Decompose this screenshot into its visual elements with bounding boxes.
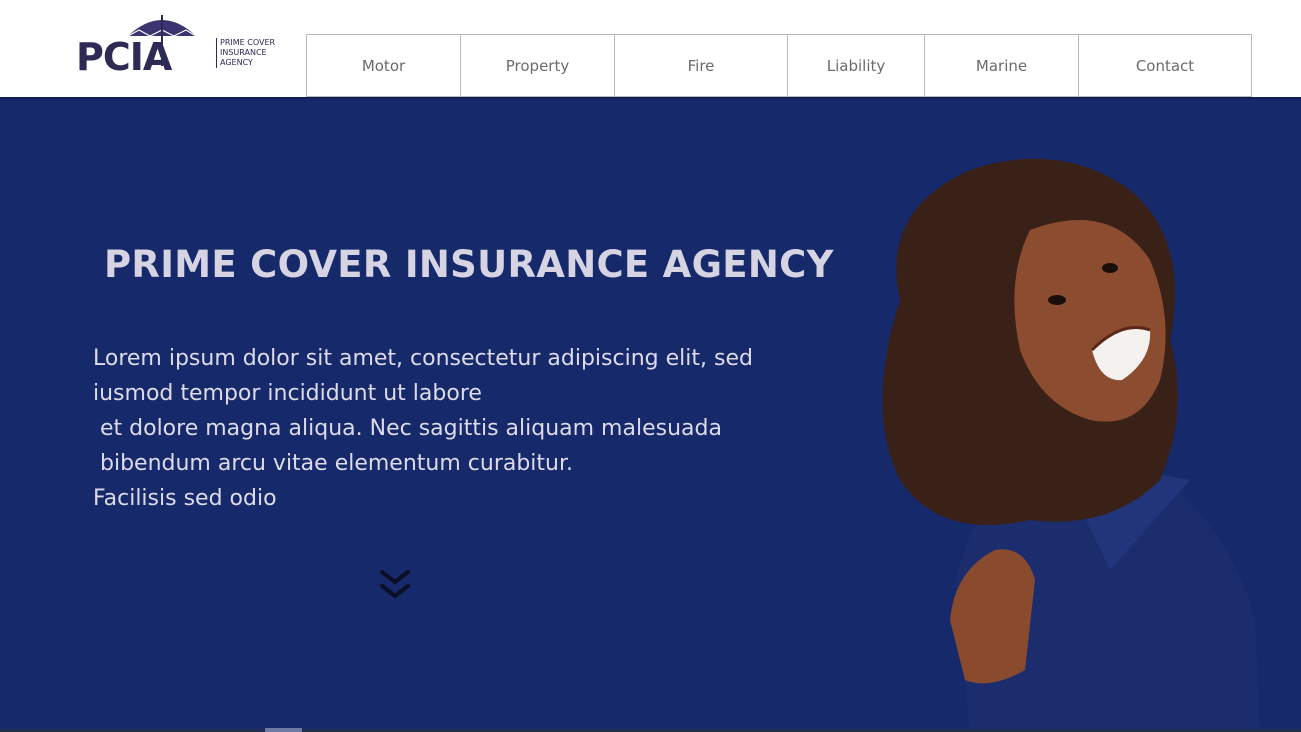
smiling-woman-image — [882, 158, 1260, 732]
header-shadow — [0, 97, 1301, 100]
hero-line: Facilisis sed odio — [93, 486, 277, 511]
hero-description: Lorem ipsum dolor sit amet, consectetur … — [93, 341, 803, 516]
main-nav: Motor Property Fire Liability Marine Con… — [306, 34, 1252, 97]
logo-wordmark: PRIME COVER INSURANCE AGENCY — [216, 38, 286, 68]
bottom-scroll-indicator — [265, 728, 302, 732]
hero-line: et dolore magna aliqua. Nec sagittis ali… — [93, 416, 722, 441]
hero-line: Lorem ipsum dolor sit amet, consectetur … — [93, 346, 753, 371]
hero-title: PRIME COVER INSURANCE AGENCY — [104, 243, 834, 286]
brand-logo[interactable]: PCIA PRIME COVER INSURANCE AGENCY — [76, 12, 276, 79]
site-header: PCIA PRIME COVER INSURANCE AGENCY Motor … — [0, 0, 1301, 97]
nav-item-contact[interactable]: Contact — [1078, 34, 1252, 97]
hero-line: bibendum arcu vitae elementum curabitur. — [93, 451, 574, 476]
logo-line: AGENCY — [220, 58, 253, 67]
nav-item-marine[interactable]: Marine — [924, 34, 1079, 97]
nav-item-fire[interactable]: Fire — [614, 34, 788, 97]
nav-item-liability[interactable]: Liability — [787, 34, 925, 97]
double-chevron-down-icon[interactable] — [377, 566, 413, 606]
logo-line: PRIME COVER — [220, 38, 276, 47]
logo-letters: PCIA — [76, 35, 172, 79]
logo-line: INSURANCE — [220, 48, 267, 57]
hero-line: iusmod tempor incididunt ut labore — [93, 381, 482, 406]
nav-item-motor[interactable]: Motor — [306, 34, 461, 97]
nav-item-property[interactable]: Property — [460, 34, 615, 97]
